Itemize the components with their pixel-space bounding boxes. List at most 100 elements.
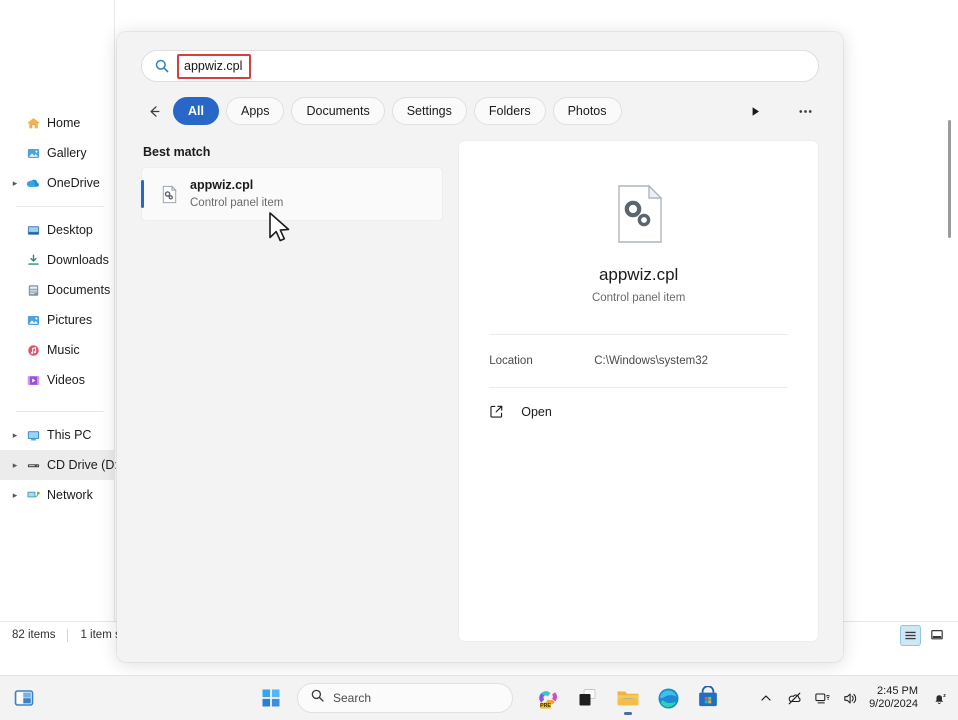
home-icon: [22, 116, 44, 131]
filter-pill-folders[interactable]: Folders: [473, 97, 546, 125]
preview-field-value: C:\Windows\system32: [594, 355, 709, 367]
sidebar-item-documents[interactable]: ▸ Documents: [0, 275, 114, 305]
search-filter-bar: All Apps Documents Settings Folders Phot…: [117, 82, 843, 128]
vertical-scrollbar[interactable]: [942, 112, 956, 632]
file-explorer-icon[interactable]: [611, 681, 645, 715]
sidebar-item-videos[interactable]: ▸ Videos: [0, 365, 114, 395]
open-external-icon: [489, 404, 515, 419]
back-arrow-icon[interactable]: [141, 98, 167, 124]
preview-title: appwiz.cpl: [598, 265, 679, 284]
preview-subtitle: Control panel item: [591, 292, 686, 304]
sidebar-item-home[interactable]: ▸ Home: [0, 108, 114, 138]
result-title: appwiz.cpl: [190, 178, 254, 192]
clock-date: 9/20/2024: [869, 698, 918, 710]
sidebar-item-label: This PC: [47, 428, 92, 442]
search-input[interactable]: appwiz.cpl: [184, 59, 242, 73]
preview-header: appwiz.cpl Control panel item: [459, 141, 818, 304]
svg-text:PRE: PRE: [540, 703, 551, 709]
taskbar-center: Search PRE: [255, 681, 725, 715]
taskbar-left: [8, 682, 40, 714]
search-bar-container: appwiz.cpl: [117, 32, 843, 82]
sidebar-item-downloads[interactable]: ▸ Downloads: [0, 245, 114, 275]
start-button[interactable]: [255, 682, 287, 714]
onedrive-cloud-icon: [22, 175, 44, 191]
chevron-up-icon[interactable]: [753, 683, 779, 713]
nav-divider: [16, 411, 104, 412]
edge-icon[interactable]: [651, 681, 685, 715]
search-icon: [154, 58, 171, 75]
status-divider: [67, 628, 69, 642]
downloads-icon: [22, 253, 44, 268]
desktop-icon: [22, 223, 44, 238]
microsoft-store-icon[interactable]: [691, 681, 725, 715]
taskbar-search-box[interactable]: Search: [297, 683, 513, 713]
search-overlay-panel: appwiz.cpl All Apps Documents Settings F…: [117, 32, 843, 662]
best-match-heading: Best match: [143, 145, 211, 159]
control-panel-file-icon: [156, 184, 182, 205]
status-item-count: 82 items: [12, 629, 56, 641]
control-panel-file-icon: [489, 183, 788, 245]
taskbar: Search PRE 2:45 PM 9/20/2024 z: [0, 675, 958, 720]
videos-icon: [22, 373, 44, 388]
task-view-icon[interactable]: [571, 681, 605, 715]
sidebar-item-label: Desktop: [47, 223, 93, 237]
sidebar-item-onedrive[interactable]: ▸ OneDrive: [0, 168, 114, 198]
widgets-button[interactable]: [8, 682, 40, 714]
chevron-right-icon[interactable]: ▸: [8, 420, 22, 450]
gallery-icon: [22, 146, 44, 161]
sidebar-item-label: CD Drive (D:): [47, 458, 122, 472]
sidebar-item-cd-drive[interactable]: ▸ CD Drive (D:): [0, 450, 122, 480]
search-box[interactable]: appwiz.cpl: [141, 50, 819, 82]
taskbar-search-placeholder: Search: [333, 691, 372, 705]
onedrive-offline-icon[interactable]: [781, 683, 807, 713]
filter-pill-all[interactable]: All: [173, 97, 219, 125]
this-pc-icon: [22, 428, 44, 443]
large-icons-view-button[interactable]: [927, 626, 946, 645]
network-icon[interactable]: [809, 683, 835, 713]
search-result-item[interactable]: appwiz.cpl Control panel item: [141, 167, 444, 221]
app-running-indicator: [624, 712, 632, 715]
chevron-right-icon[interactable]: ▸: [8, 450, 22, 480]
search-input-highlight: appwiz.cpl: [177, 53, 252, 79]
sidebar-item-label: OneDrive: [47, 176, 100, 190]
sidebar-item-pictures[interactable]: ▸ Pictures: [0, 305, 114, 335]
pictures-icon: [22, 313, 44, 328]
navigation-pane: ▸ Home ▸ Gallery ▸: [0, 0, 122, 648]
sidebar-item-label: Downloads: [47, 253, 109, 267]
filter-next-arrow-icon[interactable]: [741, 98, 769, 124]
preview-action-open[interactable]: Open: [487, 388, 790, 435]
sidebar-item-network[interactable]: ▸ Network: [0, 480, 114, 510]
view-mode-buttons: [900, 624, 946, 646]
search-results-area: Best match appwiz.cpl Control panel item: [117, 128, 843, 642]
network-icon: [22, 488, 44, 503]
svg-text:z: z: [943, 692, 946, 698]
filter-pill-photos[interactable]: Photos: [552, 97, 622, 125]
nav-group-devices: ▸ This PC ▸ CD Drive (D:) ▸ Network: [0, 420, 122, 510]
more-options-icon[interactable]: [791, 98, 819, 124]
sidebar-item-label: Documents: [47, 283, 111, 297]
scrollbar-thumb[interactable]: [948, 120, 951, 238]
notification-bell-quiet-icon[interactable]: z: [926, 683, 952, 713]
filter-pill-documents[interactable]: Documents: [291, 97, 385, 125]
sidebar-item-this-pc[interactable]: ▸ This PC: [0, 420, 114, 450]
sidebar-item-music[interactable]: ▸ Music: [0, 335, 114, 365]
details-view-button[interactable]: [900, 624, 921, 646]
chevron-right-icon[interactable]: ▸: [8, 168, 22, 198]
sidebar-item-label: Gallery: [47, 146, 87, 160]
chevron-right-icon[interactable]: ▸: [8, 480, 22, 510]
filter-pill-apps[interactable]: Apps: [225, 97, 285, 125]
sidebar-item-label: Videos: [47, 373, 85, 387]
sidebar-item-desktop[interactable]: ▸ Desktop: [0, 215, 114, 245]
copilot-icon[interactable]: PRE: [531, 681, 565, 715]
preview-action-label: Open: [521, 404, 552, 419]
sidebar-item-gallery[interactable]: ▸ Gallery: [0, 138, 114, 168]
screen: ▸ Home ▸ Gallery ▸: [0, 0, 958, 720]
volume-icon[interactable]: [837, 683, 863, 713]
preview-pane: appwiz.cpl Control panel item Location C…: [458, 140, 819, 642]
taskbar-clock[interactable]: 2:45 PM 9/20/2024: [869, 685, 918, 711]
sidebar-item-label: Network: [47, 488, 93, 502]
result-subtitle: Control panel item: [190, 196, 284, 209]
filter-pill-settings[interactable]: Settings: [391, 97, 467, 125]
preview-field-location: Location C:\Windows\system32: [487, 335, 790, 387]
system-tray: 2:45 PM 9/20/2024 z: [753, 683, 952, 713]
